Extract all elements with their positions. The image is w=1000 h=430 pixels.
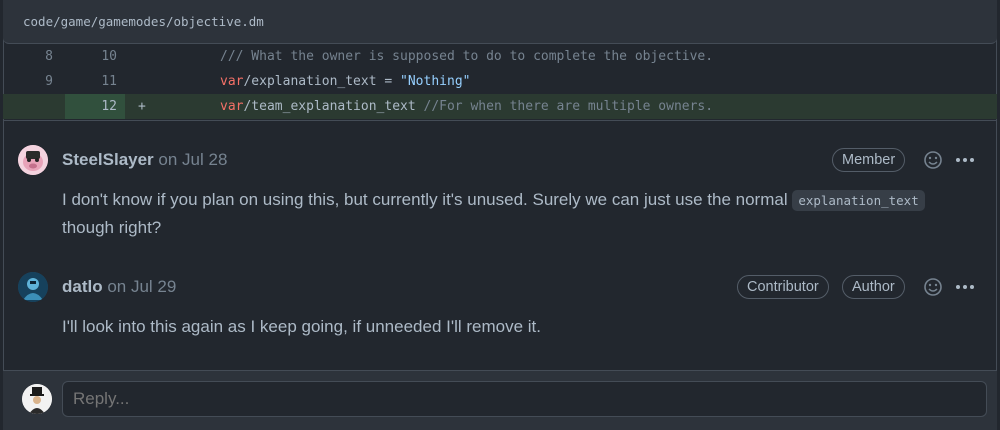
comment-text: I'll look into this again as I keep goin… xyxy=(62,317,541,336)
file-path[interactable]: code/game/gamemodes/objective.dm xyxy=(23,14,264,29)
reply-bar xyxy=(3,370,997,430)
diff-line-added: 12 + var/team_explanation_text //For whe… xyxy=(3,94,997,119)
code-comment: /// What the owner is supposed to do to … xyxy=(220,49,714,64)
diff-line: 8 10 /// What the owner is supposed to d… xyxy=(3,44,997,69)
avatar-image xyxy=(18,272,48,302)
code-text: /team_explanation_text xyxy=(243,99,424,114)
kebab-horizontal-icon[interactable] xyxy=(954,149,976,171)
avatar[interactable] xyxy=(18,272,48,302)
code-keyword: var xyxy=(220,74,244,89)
code-text: /explanation_text = xyxy=(243,74,401,89)
comment-author: SteelSlayer on Jul 28 xyxy=(62,150,227,170)
comment-text-continued: though right? xyxy=(62,218,162,237)
file-header: code/game/gamemodes/objective.dm xyxy=(3,0,997,44)
avatar[interactable] xyxy=(22,384,52,414)
avatar[interactable] xyxy=(18,145,48,175)
comment-date[interactable]: on Jul 29 xyxy=(107,277,176,296)
comment-body: I'll look into this again as I keep goin… xyxy=(62,313,982,340)
smiley-icon[interactable] xyxy=(922,149,944,171)
code-keyword: var xyxy=(220,99,244,114)
avatar-image xyxy=(18,145,48,175)
author-badge: Author xyxy=(842,275,905,299)
old-line-number[interactable]: 9 xyxy=(3,69,53,94)
contributor-badge: Contributor xyxy=(737,275,829,299)
comment: datlo on Jul 29 Contributor Author I'll … xyxy=(3,250,997,368)
new-line-number[interactable]: 10 xyxy=(65,44,117,69)
comment-date[interactable]: on Jul 28 xyxy=(158,150,227,169)
kebab-horizontal-icon[interactable] xyxy=(954,276,976,298)
old-line-number[interactable]: 8 xyxy=(3,44,53,69)
code-line: var/explanation_text = "Nothing" xyxy=(220,69,470,94)
code-comment: //For when there are multiple owners. xyxy=(423,99,714,114)
added-marker: + xyxy=(138,99,146,114)
new-line-number[interactable]: 12 xyxy=(65,94,117,119)
diff-snippet: 8 10 /// What the owner is supposed to d… xyxy=(3,44,997,119)
comment-body: I don't know if you plan on using this, … xyxy=(62,186,982,241)
diff-line: 9 11 var/explanation_text = "Nothing" xyxy=(3,69,997,94)
comment: SteelSlayer on Jul 28 Member I don't kno… xyxy=(3,121,997,249)
member-badge: Member xyxy=(832,148,906,172)
inline-code: explanation_text xyxy=(792,190,925,211)
author-name[interactable]: SteelSlayer xyxy=(62,150,154,169)
reply-input[interactable] xyxy=(62,381,987,417)
code-string: "Nothing" xyxy=(400,74,471,89)
comment-author: datlo on Jul 29 xyxy=(62,277,176,297)
code-line: var/team_explanation_text //For when the… xyxy=(220,94,713,119)
avatar-image xyxy=(22,384,52,414)
smiley-icon[interactable] xyxy=(922,276,944,298)
author-name[interactable]: datlo xyxy=(62,277,103,296)
new-line-number[interactable]: 11 xyxy=(65,69,117,94)
code-line: /// What the owner is supposed to do to … xyxy=(220,44,713,69)
comment-text: I don't know if you plan on using this, … xyxy=(62,190,793,209)
